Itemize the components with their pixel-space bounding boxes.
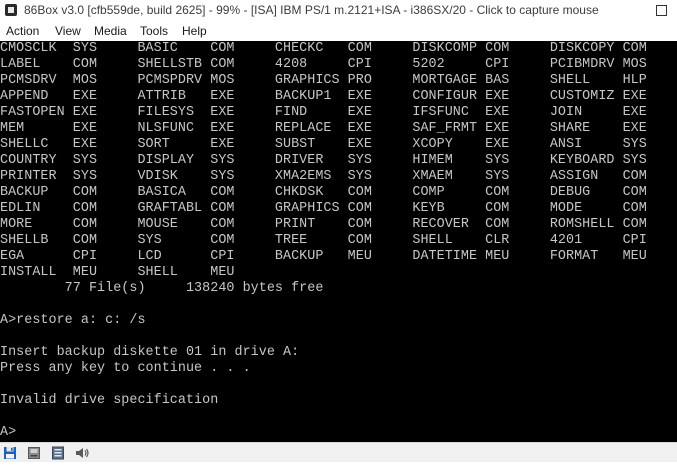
window-title: 86Box v3.0 [cfb559de, build 2625] - 99% … (24, 3, 599, 17)
app-icon (5, 4, 17, 16)
terminal-line: BACKUP COM BASICA COM CHKDSK COM COMP CO… (0, 185, 647, 200)
terminal-line: Press any key to continue . . . (0, 361, 251, 376)
terminal-line: 77 File(s) 138240 bytes free (0, 281, 324, 296)
terminal-line: SHELLB COM SYS COM TREE COM SHELL CLR 42… (0, 233, 647, 248)
terminal-line: MEM EXE NLSFUNC EXE REPLACE EXE SAF_FRMT… (0, 121, 647, 136)
terminal-line: COUNTRY SYS DISPLAY SYS DRIVER SYS HIMEM… (0, 153, 647, 168)
terminal-line: Insert backup diskette 01 in drive A: (0, 345, 300, 360)
terminal-line: LABEL COM SHELLSTB COM 4208 CPI 5202 CPI… (0, 57, 647, 72)
sound-icon[interactable] (75, 446, 89, 460)
terminal-line: FASTOPEN EXE FILESYS EXE FIND EXE IFSFUN… (0, 105, 647, 120)
menu-view[interactable]: View (55, 24, 81, 38)
terminal-line: PCMSDRV MOS PCMSPDRV MOS GRAPHICS PRO MO… (0, 73, 647, 88)
menu-tools[interactable]: Tools (140, 24, 168, 38)
terminal-line: PRINTER SYS VDISK SYS XMA2EMS SYS XMAEM … (0, 169, 647, 184)
menu-bar: Action View Media Tools Help (0, 21, 677, 41)
maximize-icon (655, 5, 667, 16)
terminal-line: A>restore a: c: /s (0, 313, 146, 328)
hard-disk-icon[interactable] (27, 446, 41, 460)
emulator-screen[interactable]: CMOSCLK SYS BASIC COM CHECKC COM DISKCOM… (0, 41, 677, 442)
menu-action[interactable]: Action (6, 24, 39, 38)
maximize-button[interactable] (647, 0, 675, 21)
menu-media[interactable]: Media (94, 24, 127, 38)
floppy-drive-icon[interactable] (3, 446, 17, 460)
terminal-line: INSTALL MEU SHELL MEU (0, 265, 235, 280)
terminal-line: MORE COM MOUSE COM PRINT COM RECOVER COM… (0, 217, 647, 232)
terminal-line: CMOSCLK SYS BASIC COM CHECKC COM DISKCOM… (0, 41, 647, 56)
terminal-line: A> (0, 425, 17, 440)
terminal-line: EDLIN COM GRAFTABL COM GRAPHICS COM KEYB… (0, 201, 647, 216)
terminal-line: SHELLC EXE SORT EXE SUBST EXE XCOPY EXE … (0, 137, 647, 152)
terminal-line: EGA CPI LCD CPI BACKUP MEU DATETIME MEU … (0, 249, 647, 264)
status-bar (0, 442, 677, 462)
terminal-output: CMOSCLK SYS BASIC COM CHECKC COM DISKCOM… (0, 41, 647, 441)
title-bar: 86Box v3.0 [cfb559de, build 2625] - 99% … (0, 0, 677, 21)
cdrom-icon[interactable] (51, 446, 65, 460)
menu-help[interactable]: Help (182, 24, 207, 38)
terminal-line: Invalid drive specification (0, 393, 219, 408)
terminal-line: APPEND EXE ATTRIB EXE BACKUP1 EXE CONFIG… (0, 89, 647, 104)
